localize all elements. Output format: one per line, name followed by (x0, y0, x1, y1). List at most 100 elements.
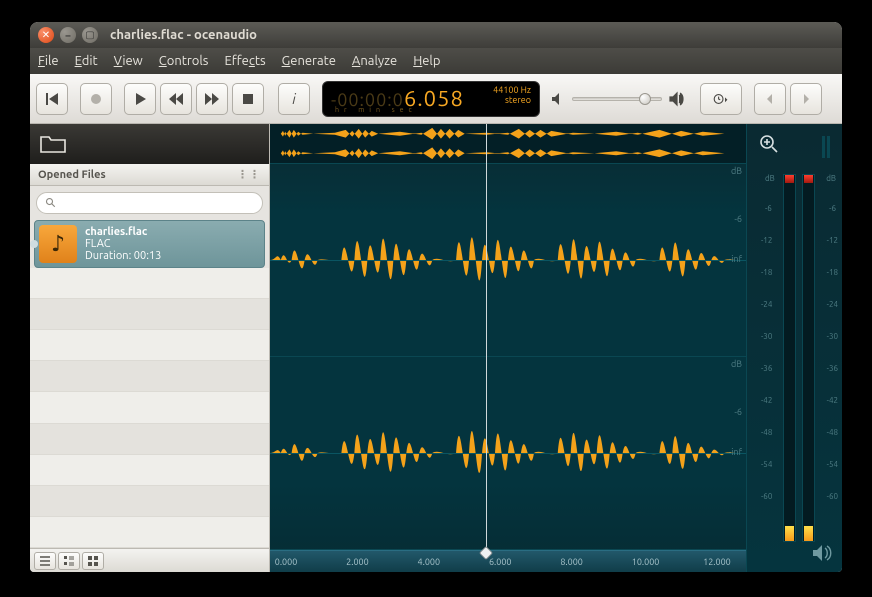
stop-button[interactable] (232, 83, 264, 115)
meter-scale: -12 (761, 236, 772, 245)
file-duration: Duration: 00:13 (85, 250, 161, 262)
sidebar-empty-rows (30, 268, 269, 548)
search-field[interactable] (61, 197, 254, 209)
channel-mode: stereo (493, 95, 531, 105)
ruler-tick: 10.000 (632, 557, 660, 567)
menu-view[interactable]: View (114, 54, 143, 68)
nav-back-button[interactable] (754, 83, 786, 115)
ruler-tick: 6.000 (489, 557, 512, 567)
menu-effects[interactable]: Effects (224, 54, 265, 68)
search-icon (45, 197, 57, 209)
db-label: dB (731, 166, 742, 176)
meter-scale: dB (826, 174, 836, 183)
info-button[interactable]: i (278, 83, 310, 115)
svg-text:i: i (292, 91, 296, 107)
meter-scale: -6 (829, 204, 836, 213)
meter-right (802, 174, 815, 542)
meter-scale: -24 (827, 300, 838, 309)
window-title: charlies.flac - ocenaudio (110, 28, 257, 42)
ruler-tick: 8.000 (560, 557, 583, 567)
meter-scale: -18 (761, 268, 772, 277)
volume-thumb[interactable] (639, 93, 651, 105)
timecode-display[interactable]: - 00:00:0 6.058 44100 Hz stereo hr min s… (322, 81, 540, 117)
playhead[interactable] (486, 124, 487, 550)
minimize-icon[interactable]: – (60, 27, 76, 43)
sidebar-top[interactable] (30, 124, 269, 164)
content-area: Opened Files ⋮⋮ ♪ charlies.flac FLAC Dur… (30, 124, 842, 572)
meter-scale: -6 (765, 204, 772, 213)
meter-scale: -42 (761, 396, 772, 405)
meter-scale: -42 (827, 396, 838, 405)
volume-low-icon (550, 91, 566, 107)
ruler-tick: 12.000 (703, 557, 731, 567)
meter-scale: -60 (761, 492, 772, 501)
maximize-icon[interactable]: ▢ (82, 27, 98, 43)
meter-scale: dB (765, 174, 775, 183)
history-button[interactable] (700, 83, 742, 115)
meter-scale: -54 (827, 460, 838, 469)
channel-left[interactable]: dB -6 -inf (270, 164, 746, 357)
file-item[interactable]: ♪ charlies.flac FLAC Duration: 00:13 (34, 220, 265, 268)
record-button[interactable] (80, 83, 112, 115)
file-format: FLAC (85, 238, 161, 250)
rewind-button[interactable] (160, 83, 192, 115)
zoom-in-icon[interactable] (759, 134, 779, 158)
meter-scale: -48 (761, 428, 772, 437)
db-label: dB (731, 359, 742, 369)
menu-help[interactable]: Help (413, 54, 440, 68)
overview-waveform[interactable] (270, 124, 746, 164)
sidebar: Opened Files ⋮⋮ ♪ charlies.flac FLAC Dur… (30, 124, 270, 572)
active-indicator-icon (30, 240, 38, 248)
meter-scale: -30 (761, 332, 772, 341)
level-meters: dB dB -6 -6 -12 -12 -18 -18 -24 -24 -30 … (746, 124, 842, 572)
view-detail-button[interactable] (58, 552, 80, 570)
menu-edit[interactable]: Edit (75, 54, 98, 68)
sidebar-title: Opened Files (38, 169, 106, 181)
volume-slider[interactable] (572, 97, 662, 101)
sidebar-grip-icon[interactable]: ⋮⋮ (237, 168, 261, 181)
main-window: ✕ – ▢ charlies.flac - ocenaudio File Edi… (30, 22, 842, 572)
forward-button[interactable] (196, 83, 228, 115)
view-list-button[interactable] (34, 552, 56, 570)
menu-file[interactable]: File (38, 54, 59, 68)
db-label: -6 (734, 407, 742, 417)
meter-scale: -18 (827, 268, 838, 277)
meter-scale: -60 (827, 492, 838, 501)
channel-right[interactable]: dB -6 -inf (270, 357, 746, 550)
waveform-view[interactable]: dB -6 -inf dB -6 -inf (270, 124, 746, 572)
volume-high-icon (668, 91, 684, 107)
goto-start-button[interactable] (36, 83, 68, 115)
volume-control (550, 91, 684, 107)
search-input[interactable] (36, 192, 263, 214)
sidebar-header: Opened Files ⋮⋮ (30, 164, 269, 186)
db-label: -inf (729, 254, 742, 264)
nav-forward-button[interactable] (790, 83, 822, 115)
meter-scale: -30 (827, 332, 838, 341)
folder-icon (40, 134, 66, 154)
ruler-tick: 0.000 (275, 557, 298, 567)
timecode-units: hr min sec (335, 106, 417, 114)
menu-controls[interactable]: Controls (159, 54, 209, 68)
meter-scale: -54 (761, 460, 772, 469)
menu-analyze[interactable]: Analyze (352, 54, 397, 68)
meter-scale: -36 (761, 364, 772, 373)
sidebar-bottom (30, 548, 269, 572)
file-name: charlies.flac (85, 226, 161, 238)
time-ruler[interactable]: 0.000 2.000 4.000 6.000 8.000 10.000 12.… (270, 550, 746, 572)
mini-meters (822, 136, 830, 158)
db-label: -6 (734, 214, 742, 224)
close-icon[interactable]: ✕ (38, 27, 54, 43)
audio-file-icon: ♪ (39, 225, 77, 263)
play-button[interactable] (124, 83, 156, 115)
toolbar: i - 00:00:0 6.058 44100 Hz stereo hr min… (30, 74, 842, 124)
ruler-tick: 4.000 (418, 557, 441, 567)
meter-scale: -24 (761, 300, 772, 309)
view-grid-button[interactable] (82, 552, 104, 570)
titlebar[interactable]: ✕ – ▢ charlies.flac - ocenaudio (30, 22, 842, 48)
speaker-icon[interactable] (812, 544, 832, 566)
menu-generate[interactable]: Generate (282, 54, 336, 68)
meter-scale: -48 (827, 428, 838, 437)
meter-left (783, 174, 796, 542)
menubar: File Edit View Controls Effects Generate… (30, 48, 842, 74)
waveform-channels[interactable]: dB -6 -inf dB -6 -inf (270, 164, 746, 550)
